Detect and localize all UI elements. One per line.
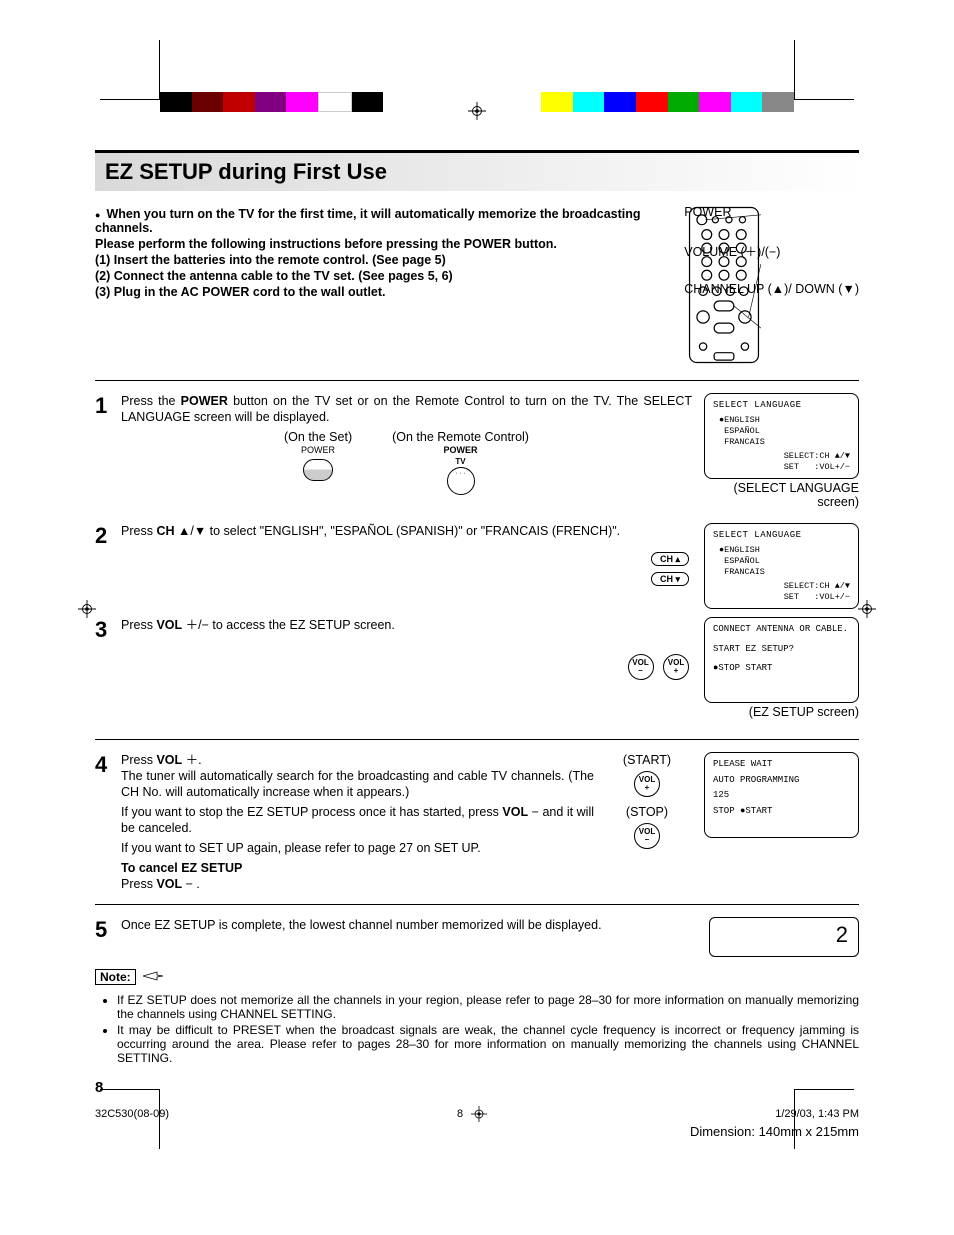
footer-timestamp: 1/29/03, 1:43 PM xyxy=(775,1108,859,1120)
page-title: EZ SETUP during First Use xyxy=(95,150,859,191)
screen-caption-lang: (SELECT LANGUAGE screen) xyxy=(704,481,859,509)
power-small-label: POWER xyxy=(301,445,335,457)
screen-caption-ez: (EZ SETUP screen) xyxy=(704,705,859,719)
registration-mark-icon xyxy=(471,1106,487,1122)
remote-label-volume: VOLUME (＋)/(−) xyxy=(684,241,859,260)
start-label: (START) xyxy=(602,752,692,768)
power-button-remote: · · · xyxy=(447,467,475,495)
on-set-label: (On the Set) xyxy=(284,429,352,445)
page-footer: 32C530(08-09) 8 1/29/03, 1:43 PM xyxy=(95,1104,859,1122)
vol-plus-button: VOL+ xyxy=(663,654,689,680)
step4-text: Press VOL ＋. xyxy=(121,752,594,768)
intro-p2: Please perform the following instruction… xyxy=(95,237,674,251)
page-number: 8 xyxy=(95,1079,859,1096)
divider xyxy=(95,380,859,381)
channel-display: 2 xyxy=(709,917,859,957)
stop-label: (STOP) xyxy=(602,804,692,820)
footer-doc: 32C530(08-09) xyxy=(95,1108,169,1120)
registration-mark-icon xyxy=(858,600,876,618)
note-arrow-icon xyxy=(143,969,163,984)
intro-lead: When you turn on the TV for the first ti… xyxy=(95,207,674,235)
note-item-2: It may be difficult to PRESET when the b… xyxy=(117,1023,859,1065)
remote-diagram: POWER VOLUME (＋)/(−) CHANNEL UP (▲)/ DOW… xyxy=(684,205,859,368)
on-remote-label: (On the Remote Control) xyxy=(392,429,529,445)
step-number-5: 5 xyxy=(95,917,121,957)
note-list: If EZ SETUP does not memorize all the ch… xyxy=(95,993,859,1065)
step4-p2: If you want to stop the EZ SETUP process… xyxy=(121,804,594,836)
registration-mark-icon xyxy=(78,600,96,618)
auto-programming-screen: PLEASE WAIT AUTO PROGRAMMING 125 STOP ●S… xyxy=(704,752,859,838)
note-label: Note: xyxy=(95,969,136,985)
vol-plus-button-start: VOL+ xyxy=(634,771,660,797)
divider xyxy=(95,739,859,740)
tv-label: TV xyxy=(455,457,465,467)
ez-setup-screen: CONNECT ANTENNA OR CABLE. START EZ SETUP… xyxy=(704,617,859,703)
remote-label-channel: CHANNEL UP (▲)/ DOWN (▼) xyxy=(684,282,859,296)
vol-minus-button: VOL– xyxy=(628,654,654,680)
step1-text: Press the POWER button on the TV set or … xyxy=(121,394,692,424)
ch-down-button: CH ▾ xyxy=(651,572,689,586)
crop-mark-tr xyxy=(794,40,854,100)
crop-mark-tl xyxy=(100,40,160,100)
note-item-1: If EZ SETUP does not memorize all the ch… xyxy=(117,993,859,1021)
intro-item-1: (1) Insert the batteries into the remote… xyxy=(95,253,674,267)
power-button-set xyxy=(303,459,333,481)
step4-p1: The tuner will automatically search for … xyxy=(121,768,594,800)
step-number-3: 3 xyxy=(95,617,121,727)
step-number-1: 1 xyxy=(95,393,121,517)
step4-cancel: To cancel EZ SETUP Press VOL − . xyxy=(121,860,594,892)
ch-up-button: CH ▴ xyxy=(651,552,689,566)
step3-text: Press VOL ＋/− to access the EZ SETUP scr… xyxy=(121,618,395,632)
step-number-4: 4 xyxy=(95,752,121,892)
footer-page: 8 xyxy=(457,1108,463,1120)
select-language-screen: SELECT LANGUAGE ●ENGLISH ESPAÑOL FRANCAI… xyxy=(704,393,859,479)
step2-text: Press CH ▲/▼ to select "ENGLISH", "ESPAÑ… xyxy=(121,524,620,538)
power-label: POWER xyxy=(444,445,478,457)
remote-label-power: POWER xyxy=(684,205,859,219)
step5-text: Once EZ SETUP is complete, the lowest ch… xyxy=(121,918,602,932)
step-number-2: 2 xyxy=(95,523,121,611)
footer-dimension: Dimension: 140mm x 215mm xyxy=(95,1124,859,1139)
select-language-screen-2: SELECT LANGUAGE ●ENGLISH ESPAÑOL FRANCAI… xyxy=(704,523,859,609)
vol-minus-button-stop: VOL– xyxy=(634,823,660,849)
intro-item-3: (3) Plug in the AC POWER cord to the wal… xyxy=(95,285,674,299)
intro-text: When you turn on the TV for the first ti… xyxy=(95,205,684,368)
color-calibration-bar xyxy=(160,92,794,112)
divider xyxy=(95,904,859,905)
intro-item-2: (2) Connect the antenna cable to the TV … xyxy=(95,269,674,283)
step4-p3: If you want to SET UP again, please refe… xyxy=(121,840,594,856)
